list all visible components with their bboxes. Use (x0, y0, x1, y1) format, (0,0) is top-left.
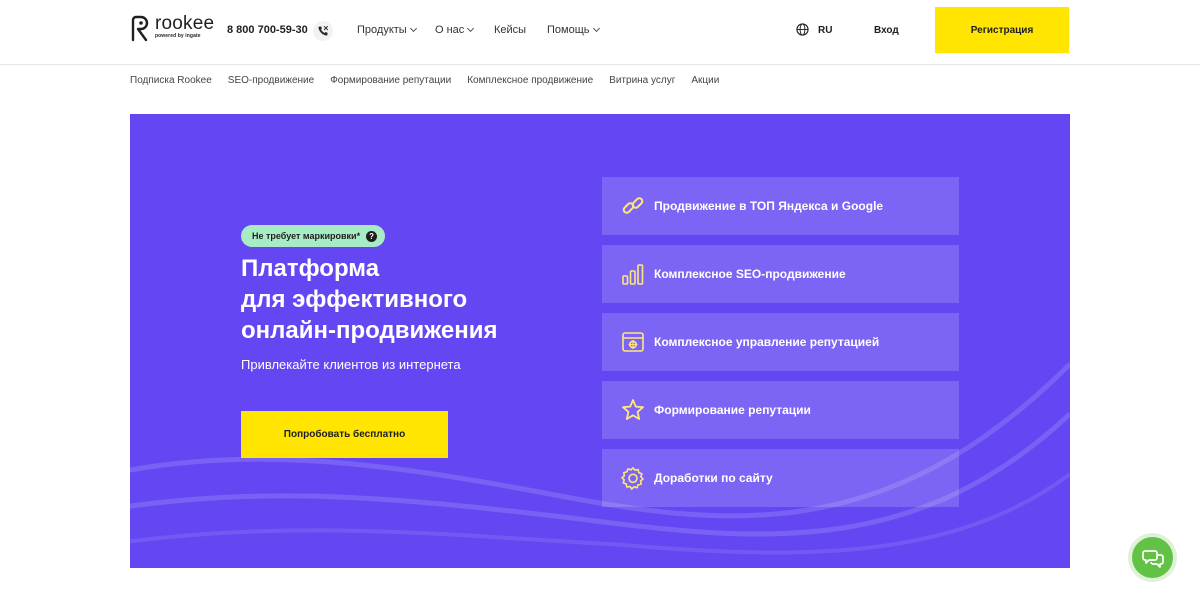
subnav-item[interactable]: Формирование репутации (330, 75, 451, 86)
rookee-logo-icon (131, 15, 149, 42)
service-label: Доработки по сайту (654, 471, 773, 485)
login-link[interactable]: Вход (874, 25, 899, 36)
language-selector[interactable]: RU (818, 25, 832, 36)
phone-number[interactable]: 8 800 700-59-30 (227, 24, 308, 36)
bar-chart-icon (620, 261, 646, 287)
try-free-button[interactable]: Попробовать бесплатно (241, 411, 448, 458)
nav-help-label: Помощь (547, 24, 590, 36)
chevron-down-icon (592, 24, 600, 33)
service-card-top-promotion[interactable]: Продвижение в ТОП Яндекса и Google (602, 177, 959, 235)
service-label: Комплексное управление репутацией (654, 335, 880, 349)
hero-title-line: онлайн-продвижения (241, 317, 498, 344)
site-header: rookee powered by ingate 8 800 700-59-30… (0, 0, 1200, 65)
rookee-logo[interactable]: rookee powered by ingate (130, 13, 215, 42)
service-card-seo[interactable]: Комплексное SEO-продвижение (602, 245, 959, 303)
badge-text: Не требует маркировки* (252, 231, 361, 241)
nav-cases-label: Кейсы (494, 24, 527, 36)
chat-widget-button[interactable] (1132, 537, 1173, 578)
gear-icon (620, 465, 646, 491)
hero-title-line: Платформа (241, 255, 380, 282)
nav-about-label: О нас (435, 24, 465, 36)
subnav-item[interactable]: Подписка Rookee (130, 75, 212, 86)
star-icon (620, 397, 646, 423)
logo-tagline: powered by ingate (155, 33, 201, 39)
service-card-site-improvements[interactable]: Доработки по сайту (602, 449, 959, 507)
nav-products[interactable]: Продукты (357, 24, 417, 36)
no-labeling-badge: Не требует маркировки* ? (241, 225, 386, 247)
service-card-reputation[interactable]: Формирование репутации (602, 381, 959, 439)
sub-navigation: Подписка Rookee SEO-продвижение Формиров… (130, 75, 719, 86)
service-label: Продвижение в ТОП Яндекса и Google (654, 199, 884, 213)
subnav-item[interactable]: Комплексное продвижение (467, 75, 593, 86)
globe-icon[interactable] (796, 23, 809, 36)
hero-title-line: для эффективного (241, 286, 468, 313)
phone-call-icon[interactable] (313, 21, 333, 41)
hero-banner: Не требует маркировки* ? Платформа для э… (130, 114, 1070, 568)
chat-bubbles-icon (1141, 549, 1164, 568)
service-label: Комплексное SEO-продвижение (654, 267, 846, 281)
nav-cases[interactable]: Кейсы (494, 24, 526, 36)
logo-wordmark: rookee (155, 13, 215, 34)
nav-help[interactable]: Помощь (547, 24, 600, 36)
chevron-down-icon (409, 24, 417, 33)
hero-subtitle: Привлекайте клиентов из интернета (241, 357, 461, 372)
service-label: Формирование репутации (654, 403, 811, 417)
service-card-reputation-management[interactable]: Комплексное управление репутацией (602, 313, 959, 371)
link-icon (620, 193, 646, 219)
help-icon[interactable]: ? (366, 230, 378, 242)
register-button[interactable]: Регистрация (935, 7, 1069, 53)
subnav-item[interactable]: Витрина услуг (609, 75, 675, 86)
hero-title: Платформа для эффективного онлайн-продви… (241, 253, 581, 346)
nav-about[interactable]: О нас (435, 24, 475, 36)
nav-products-label: Продукты (357, 24, 407, 36)
subnav-item[interactable]: Акции (691, 75, 719, 86)
chevron-down-icon (467, 24, 475, 33)
browser-window-icon (620, 329, 646, 355)
subnav-item[interactable]: SEO-продвижение (228, 75, 314, 86)
